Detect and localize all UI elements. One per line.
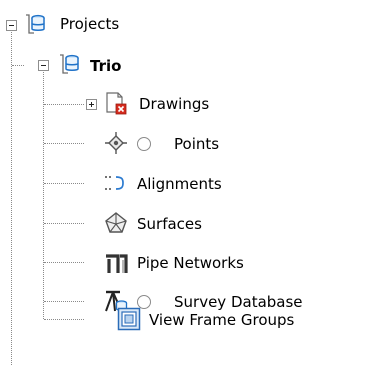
points-crosshair-icon [104, 131, 128, 155]
tree-branch-surfaces [44, 223, 84, 224]
tree-branch-survey-database [44, 301, 84, 302]
database-folder-icon [23, 12, 47, 36]
tree-branch-points [44, 143, 84, 144]
tree-item-projects[interactable]: Projects [60, 14, 119, 34]
tree-branch-view-frame-groups [44, 319, 84, 320]
database-folder-icon [57, 52, 81, 76]
tree-line-root [11, 29, 12, 365]
tree-branch-pipe-networks [44, 262, 84, 263]
tree-item-trio[interactable]: Trio [90, 56, 121, 76]
tree-item-drawings[interactable]: Drawings [139, 94, 209, 114]
expand-toggle-drawings[interactable] [86, 99, 97, 110]
surfaces-icon [104, 211, 128, 235]
view-frame-groups-icon [117, 307, 141, 331]
collapse-toggle-projects[interactable] [6, 20, 17, 31]
tree-item-survey-database[interactable]: Survey Database [174, 292, 303, 312]
alignments-icon [104, 171, 128, 195]
points-radio-button[interactable] [137, 137, 151, 151]
tree-branch-drawings [44, 104, 84, 105]
tree-item-surfaces[interactable]: Surfaces [137, 214, 202, 234]
tree-item-pipe-networks[interactable]: Pipe Networks [137, 253, 244, 273]
pipe-networks-icon [104, 250, 128, 274]
tree-line-project [43, 69, 44, 319]
tree-item-view-frame-groups[interactable]: View Frame Groups [149, 310, 294, 330]
tree-item-alignments[interactable]: Alignments [137, 174, 222, 194]
tree-branch-project [12, 65, 24, 66]
tree-branch-alignments [44, 183, 84, 184]
drawings-error-icon [104, 91, 128, 115]
tree-item-points[interactable]: Points [174, 134, 219, 154]
collapse-toggle-trio[interactable] [38, 60, 49, 71]
